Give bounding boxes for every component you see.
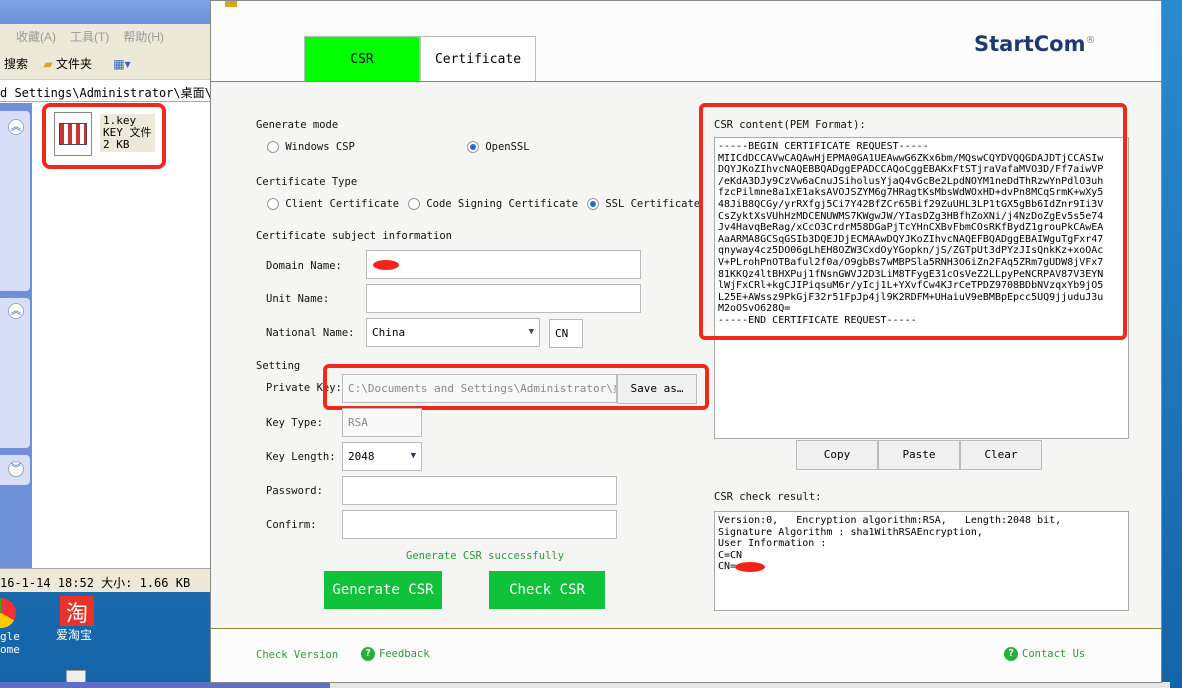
task-panel: ︽ — [0, 111, 30, 291]
check-csr-button[interactable]: Check CSR — [489, 571, 605, 609]
domain-label: Domain Name: — [266, 260, 342, 272]
unit-input[interactable] — [366, 284, 641, 313]
tasks-pane: ︽ ︽ ︾ — [0, 103, 32, 568]
domain-input[interactable] — [366, 250, 641, 279]
explorer-window: 收藏(A) 工具(T) 帮助(H) 搜索 ▰ 文件夹 ▦▾ d Settings\A… — [0, 0, 212, 592]
tab-certificate[interactable]: Certificate — [420, 36, 536, 82]
menu-bar: 收藏(A) 工具(T) 帮助(H) — [0, 24, 212, 46]
contact-us-link[interactable]: ? Contact Us — [1004, 647, 1085, 661]
menu-help[interactable]: 帮助(H) — [123, 30, 164, 44]
national-label: National Name: — [266, 327, 355, 339]
startcom-logo: StartCom® — [974, 32, 1095, 56]
copy-button[interactable]: Copy — [796, 440, 878, 470]
setting-label: Setting — [256, 360, 301, 372]
cert-type-label: Certificate Type — [256, 176, 358, 188]
unit-label: Unit Name: — [266, 293, 330, 305]
check-version-link[interactable]: Check Version — [256, 649, 338, 661]
csr-panel: Generate mode Windows CSP OpenSSL Certif… — [211, 81, 1161, 629]
taobao-icon[interactable]: 淘 — [60, 596, 94, 627]
password-input[interactable] — [342, 476, 617, 505]
key-length-select[interactable]: 2048 ▼ — [342, 442, 422, 471]
password-label: Password: — [266, 485, 323, 497]
help-icon: ? — [361, 647, 375, 661]
confirm-input[interactable] — [342, 510, 617, 539]
task-panel: ︾ — [0, 455, 30, 485]
desktop-icon-label: gle ome — [0, 630, 20, 656]
radio-windows-csp[interactable]: Windows CSP — [267, 141, 355, 153]
status-message: Generate CSR successfully — [406, 550, 565, 562]
redaction — [373, 260, 399, 270]
radio-client-cert[interactable]: Client Certificate — [267, 198, 399, 210]
desktop-icon-label: 爱淘宝 — [56, 628, 93, 642]
folder-icon: ▰ — [43, 57, 53, 71]
toolbar: 搜索 ▰ 文件夹 ▦▾ — [0, 46, 212, 80]
help-icon: ? — [1004, 647, 1018, 661]
national-select[interactable]: China ▼ — [366, 318, 540, 347]
check-result-label: CSR check result: — [714, 491, 822, 503]
radio-code-signing[interactable]: Code Signing Certificate — [408, 198, 578, 210]
registered-mark: ® — [1085, 35, 1096, 46]
search-button[interactable]: 搜索 — [4, 57, 28, 71]
redaction — [735, 562, 765, 572]
generate-csr-button[interactable]: Generate CSR — [324, 571, 442, 609]
confirm-label: Confirm: — [266, 519, 317, 531]
startcom-dialog: CSR Certificate StartCom® Generate mode … — [210, 0, 1162, 683]
key-length-label: Key Length: — [266, 451, 336, 463]
collapse-icon[interactable]: ︽ — [8, 303, 24, 319]
menu-favorites[interactable]: 收藏(A) — [16, 30, 56, 44]
brand-text: StartCom — [974, 32, 1086, 56]
app-icon — [225, 1, 237, 7]
collapse-icon[interactable]: ︽ — [8, 119, 24, 135]
radio-openssl[interactable]: OpenSSL — [467, 141, 530, 153]
highlight-box — [323, 364, 709, 410]
check-result-textarea[interactable]: Version:0, Encryption algorithm:RSA, Len… — [714, 511, 1129, 611]
country-code-input[interactable]: CN — [549, 319, 583, 348]
feedback-link[interactable]: ? Feedback — [361, 647, 430, 661]
highlight-box — [42, 103, 166, 169]
folders-button[interactable]: 文件夹 — [56, 57, 92, 71]
expand-icon[interactable]: ︾ — [8, 461, 24, 477]
address-bar[interactable]: d Settings\Administrator\桌面\新建文 — [0, 80, 212, 102]
key-type-input: RSA — [342, 408, 422, 437]
tab-csr[interactable]: CSR — [304, 36, 420, 82]
generate-mode-label: Generate mode — [256, 119, 339, 131]
highlight-box — [699, 103, 1127, 340]
views-icon[interactable]: ▦▾ — [113, 57, 130, 71]
menu-tools[interactable]: 工具(T) — [70, 30, 109, 44]
status-bar: 16-1-14 18:52 大小: 1.66 KB — [0, 568, 212, 592]
clear-button[interactable]: Clear — [960, 440, 1042, 470]
explorer-titlebar — [0, 0, 212, 24]
radio-ssl-cert[interactable]: SSL Certificate — [587, 198, 700, 210]
key-type-label: Key Type: — [266, 417, 323, 429]
task-panel: ︽ — [0, 298, 30, 448]
subject-label: Certificate subject information — [256, 230, 452, 242]
paste-button[interactable]: Paste — [878, 440, 960, 470]
